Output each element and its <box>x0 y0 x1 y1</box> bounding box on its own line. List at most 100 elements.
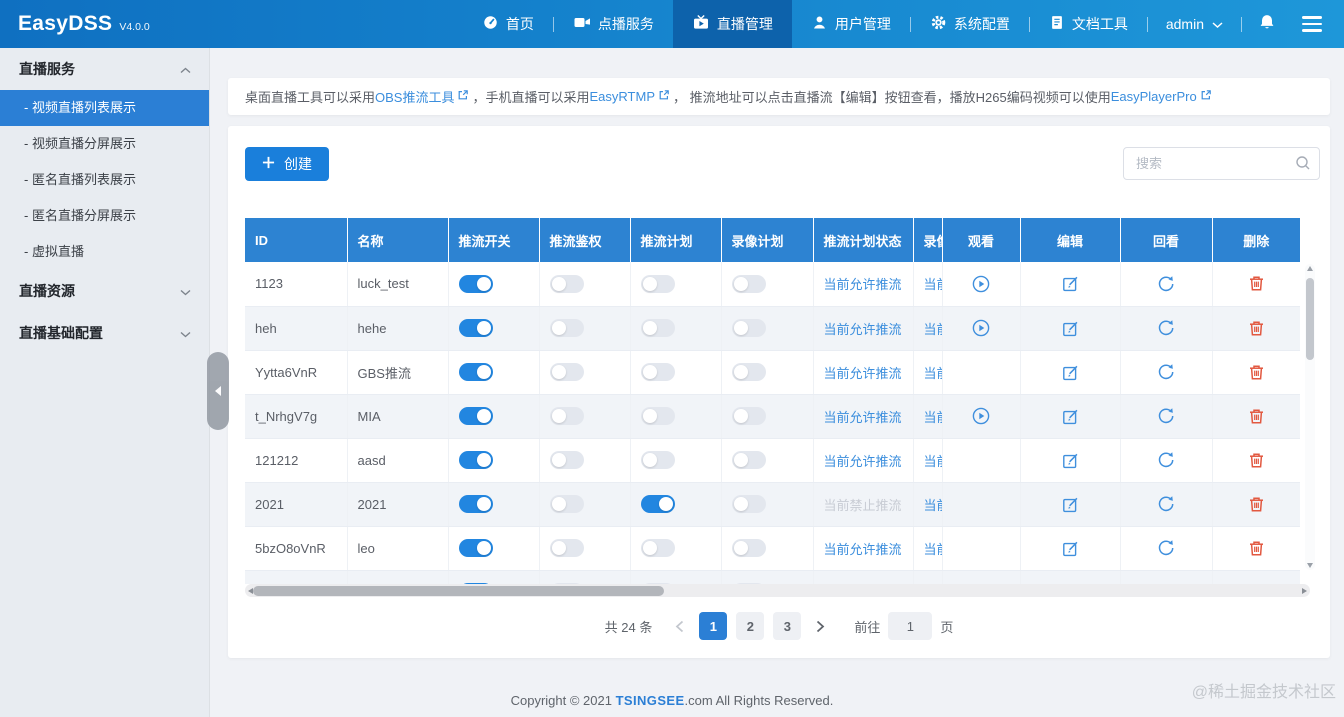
push-plan-toggle[interactable] <box>641 319 675 337</box>
horizontal-scrollbar[interactable] <box>245 584 1310 597</box>
play-icon[interactable] <box>971 274 991 294</box>
sidebar-item-video-live-split[interactable]: - 视频直播分屏展示 <box>0 126 209 162</box>
trash-icon[interactable] <box>1247 495 1266 514</box>
next-page-arrow[interactable] <box>810 620 831 633</box>
push-plan-status-link[interactable]: 当前允许推流 <box>824 454 902 469</box>
push-plan-status-link[interactable]: 当前允许推流 <box>824 366 902 381</box>
nav-item-live[interactable]: 直播管理 <box>673 0 792 48</box>
record-plan-status-link[interactable]: 当前允许录像 <box>924 322 943 337</box>
record-plan-status-link[interactable]: 当前允许录像 <box>924 410 943 425</box>
trash-icon[interactable] <box>1247 539 1266 558</box>
push-plan-toggle[interactable] <box>641 363 675 381</box>
nav-item-docs[interactable]: 文档工具 <box>1030 0 1147 48</box>
record-plan-toggle[interactable] <box>732 539 766 557</box>
push-auth-toggle[interactable] <box>550 275 584 293</box>
replay-icon[interactable] <box>1156 406 1176 426</box>
app-logo[interactable]: EasyDSS V4.0.0 <box>0 12 150 36</box>
trash-icon[interactable] <box>1247 363 1266 382</box>
push-plan-toggle[interactable] <box>641 539 675 557</box>
replay-icon[interactable] <box>1156 450 1176 470</box>
scroll-down-arrow[interactable] <box>1307 563 1313 568</box>
page-button-2[interactable]: 2 <box>736 612 764 640</box>
sidebar-item-video-live-list[interactable]: - 视频直播列表展示 <box>0 90 209 126</box>
sidebar-group-live-resource[interactable]: 直播资源 <box>0 270 209 312</box>
trash-icon[interactable] <box>1247 274 1266 293</box>
replay-icon[interactable] <box>1156 494 1176 514</box>
record-plan-toggle[interactable] <box>732 275 766 293</box>
sidebar-item-virtual-live[interactable]: - 虚拟直播 <box>0 234 209 270</box>
search-input[interactable] <box>1123 147 1320 180</box>
prev-page-arrow[interactable] <box>669 620 690 633</box>
push-plan-status-link[interactable]: 当前允许推流 <box>824 277 902 292</box>
push-auth-toggle[interactable] <box>550 451 584 469</box>
push-plan-status-link[interactable]: 当前允许推流 <box>824 322 902 337</box>
sidebar-collapse-handle[interactable] <box>207 352 229 430</box>
edit-icon[interactable] <box>1061 539 1080 558</box>
trash-icon[interactable] <box>1247 407 1266 426</box>
easyplayerpro-link[interactable]: EasyPlayerPro <box>1111 89 1197 104</box>
replay-icon[interactable] <box>1156 274 1176 294</box>
edit-icon[interactable] <box>1061 495 1080 514</box>
push-plan-toggle[interactable] <box>641 407 675 425</box>
push-plan-toggle[interactable] <box>641 275 675 293</box>
edit-icon[interactable] <box>1061 274 1080 293</box>
record-plan-status-link[interactable]: 当前允许录像 <box>924 277 943 292</box>
nav-item-settings[interactable]: 系统配置 <box>911 0 1029 48</box>
scroll-up-arrow[interactable] <box>1307 266 1313 271</box>
replay-icon[interactable] <box>1156 362 1176 382</box>
nav-item-vod[interactable]: 点播服务 <box>554 0 673 48</box>
record-plan-status-link[interactable]: 当前允许录像 <box>924 454 943 469</box>
record-plan-toggle[interactable] <box>732 407 766 425</box>
edit-icon[interactable] <box>1061 407 1080 426</box>
nav-item-users[interactable]: 用户管理 <box>792 0 910 48</box>
record-plan-status-link[interactable]: 当前允许录像 <box>924 366 943 381</box>
push-auth-toggle[interactable] <box>550 319 584 337</box>
push-auth-toggle[interactable] <box>550 539 584 557</box>
play-icon[interactable] <box>971 318 991 338</box>
sidebar-item-anon-live-list[interactable]: - 匿名直播列表展示 <box>0 162 209 198</box>
trash-icon[interactable] <box>1247 451 1266 470</box>
nav-item-home[interactable]: 首页 <box>463 0 553 48</box>
trash-icon[interactable] <box>1247 319 1266 338</box>
push-stream-toggle[interactable] <box>459 539 493 557</box>
page-button-3[interactable]: 3 <box>773 612 801 640</box>
push-stream-toggle[interactable] <box>459 451 493 469</box>
edit-icon[interactable] <box>1061 451 1080 470</box>
vertical-scrollbar[interactable] <box>1305 264 1315 570</box>
sidebar-group-live-config[interactable]: 直播基础配置 <box>0 312 209 354</box>
push-stream-toggle[interactable] <box>459 495 493 513</box>
record-plan-status-link[interactable]: 当前允许录像 <box>924 542 943 557</box>
page-button-1[interactable]: 1 <box>699 612 727 640</box>
create-button[interactable]: 创建 <box>245 147 329 181</box>
record-plan-toggle[interactable] <box>732 451 766 469</box>
push-stream-toggle[interactable] <box>459 275 493 293</box>
push-auth-toggle[interactable] <box>550 407 584 425</box>
push-plan-toggle[interactable] <box>641 451 675 469</box>
play-icon[interactable] <box>971 406 991 426</box>
record-plan-toggle[interactable] <box>732 495 766 513</box>
record-plan-toggle[interactable] <box>732 363 766 381</box>
replay-icon[interactable] <box>1156 318 1176 338</box>
edit-icon[interactable] <box>1061 319 1080 338</box>
obs-tool-link[interactable]: OBS推流工具 <box>375 87 454 106</box>
push-stream-toggle[interactable] <box>459 319 493 337</box>
goto-page-input[interactable] <box>888 612 932 640</box>
record-plan-toggle[interactable] <box>732 319 766 337</box>
user-menu[interactable]: admin <box>1148 0 1241 48</box>
easyrtmp-link[interactable]: EasyRTMP <box>590 89 656 104</box>
replay-icon[interactable] <box>1156 538 1176 558</box>
record-plan-status-link[interactable]: 当前允许录像 <box>924 498 943 513</box>
push-plan-status-link[interactable]: 当前禁止推流 <box>824 498 902 513</box>
push-stream-toggle[interactable] <box>459 407 493 425</box>
notifications-button[interactable] <box>1242 0 1292 48</box>
scroll-right-arrow[interactable] <box>1302 588 1307 594</box>
menu-icon[interactable] <box>1302 12 1322 36</box>
sidebar-item-anon-live-split[interactable]: - 匿名直播分屏展示 <box>0 198 209 234</box>
push-plan-status-link[interactable]: 当前允许推流 <box>824 410 902 425</box>
push-auth-toggle[interactable] <box>550 495 584 513</box>
horizontal-scrollbar-thumb[interactable] <box>253 586 664 596</box>
sidebar-group-live-service[interactable]: 直播服务 <box>0 48 209 90</box>
edit-icon[interactable] <box>1061 363 1080 382</box>
push-plan-status-link[interactable]: 当前允许推流 <box>824 542 902 557</box>
push-auth-toggle[interactable] <box>550 363 584 381</box>
